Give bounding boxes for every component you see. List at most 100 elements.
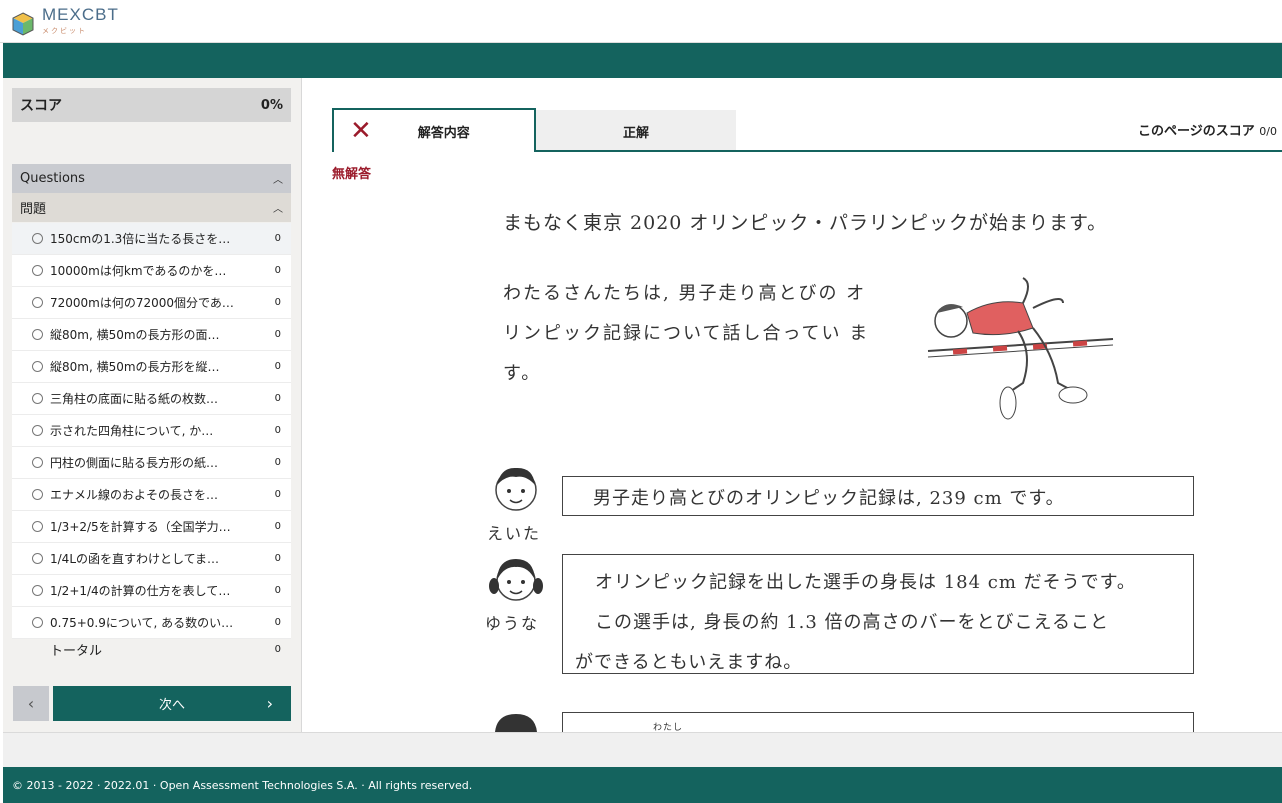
- cube-logo-icon: [12, 11, 34, 36]
- question-item[interactable]: 三角柱の底面に貼る紙の枚数… 0: [12, 383, 291, 415]
- boy-avatar-icon: [495, 467, 537, 511]
- radio-icon: [32, 265, 43, 276]
- radio-icon: [32, 489, 43, 500]
- section-label: 問題: [20, 202, 47, 217]
- logo: MEXCBT メクビット: [10, 5, 119, 40]
- next-button[interactable]: 次へ ›: [53, 686, 291, 721]
- question-item[interactable]: 1/4Lの函を直すわけとしてま… 0: [12, 543, 291, 575]
- question-score: 0: [274, 329, 281, 340]
- page-score: このページのスコア 0/0: [1138, 120, 1277, 139]
- character-name-eita: えいた: [487, 524, 542, 543]
- question-label: 10000mは何kmであるのかを…: [50, 264, 227, 278]
- question-item[interactable]: 縦80m, 横50mの長方形を縦… 0: [12, 351, 291, 383]
- header-band: [3, 43, 1282, 78]
- question-intro: まもなく東京 2020 オリンピック・パラリンピックが始まります。: [503, 212, 1108, 234]
- chevron-right-icon: ›: [266, 694, 273, 713]
- wrong-x-icon: ✕: [350, 116, 372, 146]
- footer: © 2013 - 2022 · 2022.01 · Open Assessmen…: [3, 767, 1282, 803]
- chevron-left-icon: ‹: [27, 694, 35, 713]
- radio-icon: [32, 521, 43, 532]
- speech-bubble-yuna: オリンピック記録を出した選手の身長は 184 cm だそうです。 この選手は, …: [562, 554, 1194, 674]
- question-label: 円柱の側面に貼る長方形の紙…: [50, 456, 219, 470]
- question-paragraph: わたるさんたちは, 男子走り高とびの オリンピック記録について話し合ってい ます…: [503, 283, 870, 384]
- sidebar: スコア 0% Questions ︿ 問題 ︿ 150cmの1.3倍に当たる長さ…: [3, 78, 302, 732]
- questions-section-toggle[interactable]: Questions ︿: [12, 164, 291, 193]
- speech-bubble-third: わたし: [562, 712, 1194, 732]
- tab-correct[interactable]: 正解: [536, 110, 736, 152]
- total-score: 0: [274, 643, 281, 655]
- total-row: トータル 0: [12, 635, 291, 663]
- question-score: 0: [274, 265, 281, 276]
- bubble-line: この選手は, 身長の約 1.3 倍の高さのバーをとびこえること: [595, 612, 1109, 633]
- score-label: スコア: [20, 98, 62, 114]
- bubble-text: 男子走り高とびのオリンピック記録は, 239 cm です。: [593, 488, 1065, 509]
- status-bar: [3, 732, 1282, 767]
- logo-text: MEXCBT: [42, 5, 119, 24]
- high-jump-illustration: [927, 277, 1114, 420]
- question-score: 0: [274, 457, 281, 468]
- question-item[interactable]: 1/3+2/5を計算する（全国学力… 0: [12, 511, 291, 543]
- question-score: 0: [274, 553, 281, 564]
- radio-icon: [32, 617, 43, 628]
- question-label: エナメル線のおよその長さを…: [50, 488, 219, 502]
- question-label: 1/2+1/4の計算の仕方を表して…: [50, 584, 231, 598]
- main-content: ✕ 解答内容 正解 このページのスコア 0/0 無解答 まもなく東京 2020 …: [303, 78, 1282, 732]
- chevron-up-icon: ︿: [273, 175, 283, 186]
- question-item[interactable]: 72000mは何の72000個分であ… 0: [12, 287, 291, 319]
- questions-label: Questions: [20, 171, 85, 186]
- chevron-up-icon: ︿: [273, 204, 283, 215]
- boy2-avatar-icon: [495, 714, 537, 732]
- bubble-line: ができるともいえますね。: [575, 652, 803, 673]
- question-item[interactable]: 示された四角柱について, か… 0: [12, 415, 291, 447]
- radio-icon: [32, 553, 43, 564]
- question-item[interactable]: 150cmの1.3倍に当たる長さを… 0: [12, 223, 291, 255]
- radio-icon: [32, 585, 43, 596]
- character-name-yuna: ゆうな: [485, 614, 540, 633]
- question-item[interactable]: 円柱の側面に貼る長方形の紙… 0: [12, 447, 291, 479]
- radio-icon: [32, 361, 43, 372]
- score-box: スコア 0%: [12, 88, 291, 122]
- question-label: 縦80m, 横50mの長方形の面…: [50, 328, 220, 342]
- question-list: 150cmの1.3倍に当たる長さを… 0 10000mは何kmであるのかを… 0 7…: [12, 223, 291, 639]
- speech-bubble-eita: 男子走り高とびのオリンピック記録は, 239 cm です。: [562, 476, 1194, 516]
- question-score: 0: [274, 297, 281, 308]
- logo-subtext: メクビット: [42, 28, 87, 35]
- tab-underline: [536, 150, 1282, 152]
- problem-section-toggle[interactable]: 問題 ︿: [12, 193, 291, 222]
- radio-icon: [32, 297, 43, 308]
- radio-icon: [32, 393, 43, 404]
- total-label: トータル: [50, 643, 103, 659]
- question-label: 150cmの1.3倍に当たる長さを…: [50, 232, 231, 246]
- tab-answer[interactable]: ✕ 解答内容: [332, 108, 536, 152]
- page-score-label: このページのスコア: [1138, 124, 1255, 139]
- score-value: 0%: [260, 97, 283, 113]
- question-label: 縦80m, 横50mの長方形を縦…: [50, 360, 220, 374]
- question-item[interactable]: 10000mは何kmであるのかを… 0: [12, 255, 291, 287]
- copyright-text: © 2013 - 2022 · 2022.01 · Open Assessmen…: [12, 778, 473, 792]
- previous-button[interactable]: ‹: [13, 686, 49, 721]
- question-score: 0: [274, 361, 281, 372]
- question-label: 1/3+2/5を計算する（全国学力…: [50, 520, 231, 534]
- no-answer-label: 無解答: [332, 167, 372, 182]
- question-score: 0: [274, 489, 281, 500]
- radio-icon: [32, 233, 43, 244]
- radio-icon: [32, 329, 43, 340]
- ruby-text: わたし: [653, 723, 684, 732]
- question-item[interactable]: エナメル線のおよその長さを… 0: [12, 479, 291, 511]
- question-label: 示された四角柱について, か…: [50, 424, 214, 438]
- radio-icon: [32, 425, 43, 436]
- question-score: 0: [274, 393, 281, 404]
- tab-answer-label: 解答内容: [417, 125, 470, 141]
- radio-icon: [32, 457, 43, 468]
- question-label: 1/4Lの函を直すわけとしてま…: [50, 552, 220, 566]
- question-score: 0: [274, 585, 281, 596]
- question-label: 72000mは何の72000個分であ…: [50, 296, 234, 310]
- question-item[interactable]: 1/2+1/4の計算の仕方を表して… 0: [12, 575, 291, 607]
- question-score: 0: [274, 233, 281, 244]
- girl-avatar-icon: [489, 559, 543, 601]
- question-label: 0.75+0.9について, ある数のい…: [50, 616, 234, 630]
- question-label: 三角柱の底面に貼る紙の枚数…: [50, 392, 219, 406]
- question-score: 0: [274, 617, 281, 628]
- page-score-value: 0/0: [1259, 125, 1277, 138]
- question-item[interactable]: 縦80m, 横50mの長方形の面… 0: [12, 319, 291, 351]
